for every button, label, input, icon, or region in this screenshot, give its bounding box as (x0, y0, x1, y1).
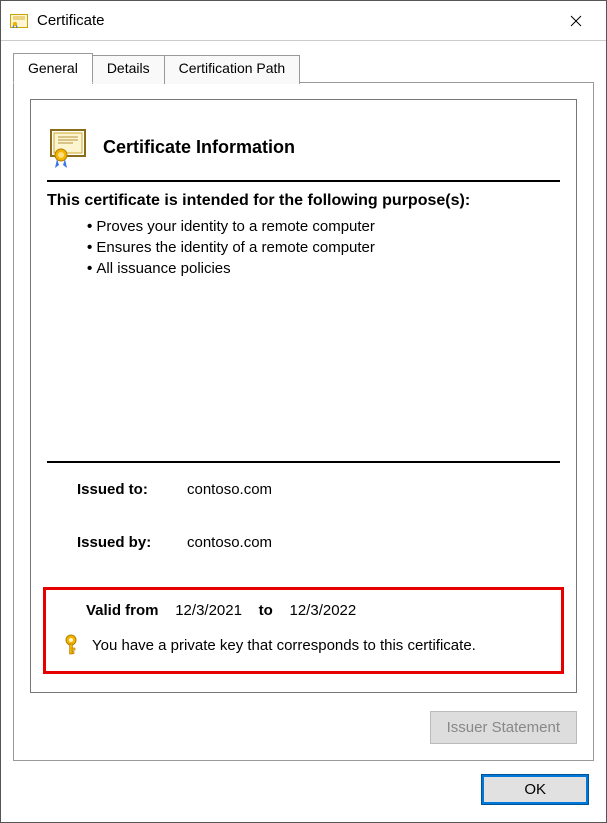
tab-general[interactable]: General (13, 53, 93, 83)
window-title: Certificate (37, 12, 553, 29)
valid-to-value: 12/3/2022 (290, 602, 357, 619)
issuer-statement-button: Issuer Statement (430, 711, 577, 744)
private-key-row: You have a private key that corresponds … (56, 633, 551, 657)
certificate-icon (9, 13, 29, 29)
divider (47, 461, 560, 463)
valid-to-label: to (259, 602, 273, 619)
issued-by-row: Issued by: contoso.com (47, 534, 560, 551)
purpose-item: Ensures the identity of a remote compute… (87, 237, 560, 258)
tab-area: General Details Certification Path (1, 41, 606, 761)
key-icon (62, 633, 82, 657)
close-icon (570, 15, 582, 27)
tab-certification-path[interactable]: Certification Path (164, 55, 301, 84)
cert-info-title: Certificate Information (103, 137, 295, 158)
valid-from-label: Valid from (86, 602, 159, 619)
cert-info-header: Certificate Information (47, 124, 560, 170)
validity-highlight-box: Valid from 12/3/2021 to 12/3/2022 (43, 587, 564, 674)
valid-from-value: 12/3/2021 (175, 602, 242, 619)
certificate-info-box: Certificate Information This certificate… (30, 99, 577, 693)
divider (47, 180, 560, 182)
dialog-button-bar: OK (1, 761, 606, 822)
purpose-item: All issuance policies (87, 258, 560, 279)
certificate-large-icon (47, 124, 93, 170)
purpose-item: Proves your identity to a remote compute… (87, 216, 560, 237)
issued-by-label: Issued by: (77, 534, 187, 551)
titlebar: Certificate (1, 1, 606, 41)
private-key-message: You have a private key that corresponds … (92, 637, 476, 654)
close-button[interactable] (553, 6, 598, 36)
issued-to-row: Issued to: contoso.com (47, 481, 560, 498)
purposes-list: Proves your identity to a remote compute… (47, 216, 560, 279)
purposes-heading: This certificate is intended for the fol… (47, 192, 560, 210)
certificate-dialog: Certificate General Details Certificatio… (0, 0, 607, 823)
issued-by-value: contoso.com (187, 534, 272, 551)
tab-strip: General Details Certification Path (13, 53, 594, 82)
issuer-button-row: Issuer Statement (30, 711, 577, 744)
tab-details[interactable]: Details (92, 55, 165, 84)
issued-to-value: contoso.com (187, 481, 272, 498)
issued-to-label: Issued to: (77, 481, 187, 498)
ok-button[interactable]: OK (482, 775, 588, 804)
validity-row: Valid from 12/3/2021 to 12/3/2022 (56, 602, 551, 619)
tab-general-content: Certificate Information This certificate… (13, 82, 594, 761)
